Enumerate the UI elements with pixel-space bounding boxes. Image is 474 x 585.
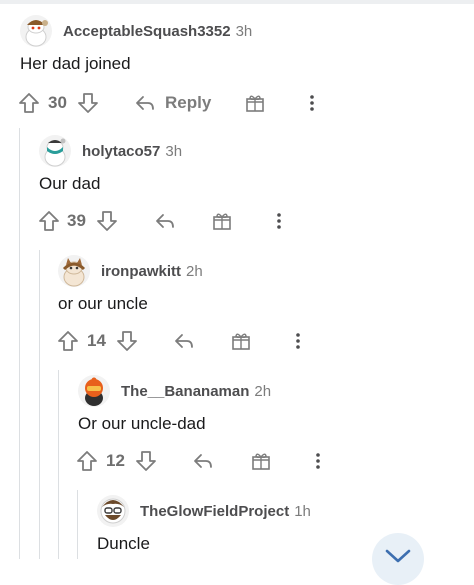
user-avatar[interactable] bbox=[78, 375, 110, 407]
more-options-button[interactable] bbox=[308, 88, 316, 118]
upvote-arrow-icon bbox=[19, 93, 39, 113]
gift-award-icon bbox=[232, 333, 250, 350]
username[interactable]: ironpawkitt bbox=[101, 263, 181, 280]
comment-age: 3h bbox=[165, 142, 183, 160]
thread-line[interactable] bbox=[58, 370, 59, 559]
comment-age: 1h bbox=[294, 502, 311, 520]
user-avatar[interactable] bbox=[58, 255, 90, 287]
more-vertical-icon bbox=[310, 95, 314, 111]
downvote-arrow-icon bbox=[97, 211, 117, 231]
vote-score: 39 bbox=[67, 211, 86, 230]
award-button[interactable] bbox=[212, 206, 232, 236]
username[interactable]: AcceptableSquash3352 bbox=[63, 23, 231, 40]
comment-age: 3h bbox=[235, 22, 253, 40]
vote-score: 14 bbox=[87, 331, 106, 350]
gift-award-icon bbox=[252, 453, 270, 470]
award-button[interactable] bbox=[251, 446, 271, 476]
comment-age: 2h bbox=[186, 262, 203, 280]
upvote-arrow-icon bbox=[39, 211, 59, 231]
username[interactable]: TheGlowFieldProject bbox=[140, 503, 289, 520]
downvote-button[interactable] bbox=[135, 446, 157, 476]
reply-arrow-icon bbox=[175, 334, 193, 348]
reply-arrow-icon bbox=[136, 96, 154, 110]
thread-line[interactable] bbox=[39, 250, 40, 559]
comment-body: or our uncle bbox=[58, 294, 148, 313]
thread-line[interactable] bbox=[19, 128, 20, 559]
reply-button[interactable] bbox=[155, 206, 175, 236]
user-avatar[interactable] bbox=[20, 15, 52, 47]
comment-body: Her dad joined bbox=[20, 54, 131, 73]
reply-arrow-icon bbox=[156, 214, 174, 228]
user-avatar[interactable] bbox=[39, 135, 71, 167]
upvote-arrow-icon bbox=[77, 451, 97, 471]
username[interactable]: The__Bananaman bbox=[121, 383, 249, 400]
user-avatar[interactable] bbox=[97, 495, 129, 527]
downvote-button[interactable] bbox=[96, 206, 118, 236]
more-vertical-icon bbox=[277, 213, 281, 229]
downvote-arrow-icon bbox=[78, 93, 98, 113]
reply-button[interactable]: Reply bbox=[135, 88, 211, 118]
chevron-down-icon bbox=[385, 549, 411, 563]
vote-score: 30 bbox=[48, 93, 67, 112]
thread-line[interactable] bbox=[77, 490, 78, 559]
more-vertical-icon bbox=[316, 453, 320, 469]
downvote-button[interactable] bbox=[116, 326, 138, 356]
username[interactable]: holytaco57 bbox=[82, 143, 160, 160]
reply-button[interactable] bbox=[193, 446, 213, 476]
more-vertical-icon bbox=[296, 333, 300, 349]
gift-award-icon bbox=[246, 95, 264, 112]
vote-score: 12 bbox=[106, 451, 125, 470]
collapse-thread-button[interactable] bbox=[372, 533, 424, 585]
reply-button[interactable] bbox=[174, 326, 194, 356]
downvote-arrow-icon bbox=[117, 331, 137, 351]
upvote-button[interactable] bbox=[57, 326, 79, 356]
more-options-button[interactable] bbox=[314, 446, 322, 476]
comment-body: Duncle bbox=[97, 534, 150, 553]
reply-label: Reply bbox=[165, 93, 212, 112]
downvote-button[interactable] bbox=[77, 88, 99, 118]
downvote-arrow-icon bbox=[136, 451, 156, 471]
top-divider bbox=[0, 0, 474, 4]
upvote-button[interactable] bbox=[38, 206, 60, 236]
upvote-arrow-icon bbox=[58, 331, 78, 351]
gift-award-icon bbox=[213, 213, 231, 230]
upvote-button[interactable] bbox=[18, 88, 40, 118]
award-button[interactable] bbox=[231, 326, 251, 356]
upvote-button[interactable] bbox=[76, 446, 98, 476]
comment-age: 2h bbox=[254, 382, 272, 400]
more-options-button[interactable] bbox=[294, 326, 302, 356]
comment-body: Or our uncle-dad bbox=[78, 414, 206, 433]
reply-arrow-icon bbox=[194, 454, 212, 468]
award-button[interactable] bbox=[245, 88, 265, 118]
more-options-button[interactable] bbox=[275, 206, 283, 236]
comment-body: Our dad bbox=[39, 174, 101, 193]
